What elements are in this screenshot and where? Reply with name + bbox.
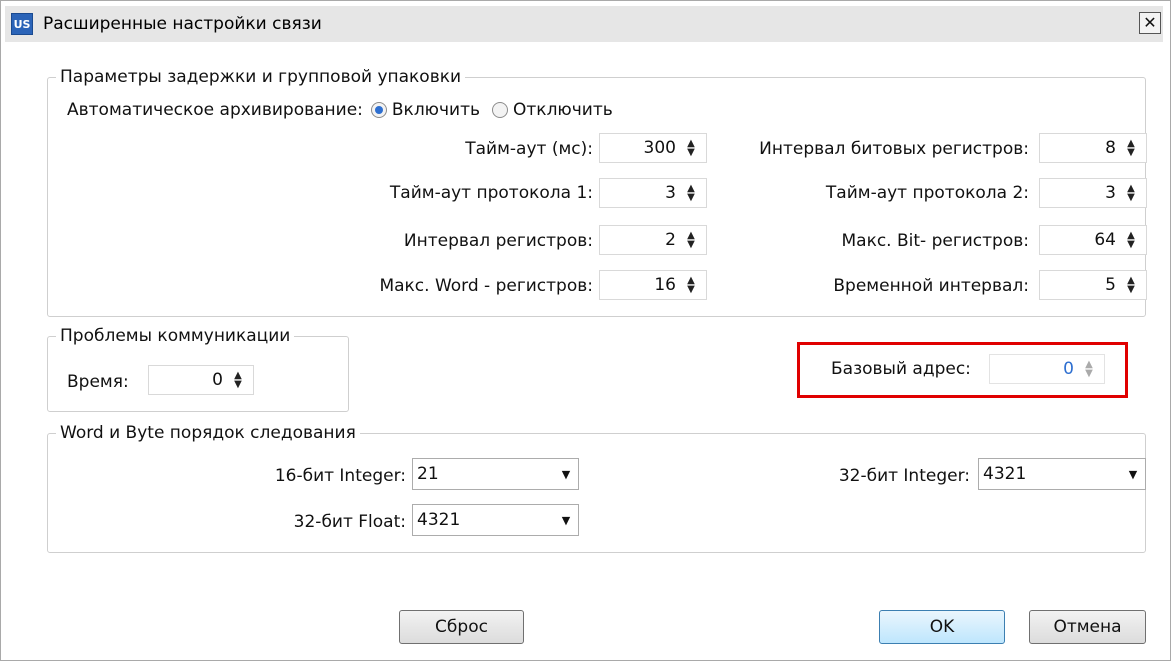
bit-register-interval-stepper[interactable]: ▲ ▼ [1122,139,1140,158]
radio-enable-option[interactable]: Включить [370,100,481,120]
timeout-spinbox[interactable]: 300 ▲ ▼ [599,133,707,163]
window-title: Расширенные настройки связи [43,14,322,34]
comm-time-label: Время: [67,372,129,392]
radio-enable[interactable] [370,102,387,118]
delay-packing-legend: Параметры задержки и групповой упаковки [60,67,462,87]
protocol2-timeout-spinbox[interactable]: 3 ▲ ▼ [1039,178,1147,208]
protocol1-timeout-spinbox[interactable]: 3 ▲ ▼ [599,178,707,208]
max-word-registers-value: 16 [654,275,676,295]
timeout-label: Тайм-аут (мс): [465,139,593,159]
protocol1-timeout-stepper[interactable]: ▲ ▼ [682,184,700,203]
register-interval-value: 2 [665,230,676,250]
comm-time-spinbox[interactable]: 0 ▲ ▼ [148,365,254,395]
register-interval-stepper[interactable]: ▲ ▼ [682,231,700,250]
max-bit-registers-value: 64 [1094,230,1116,250]
ok-button[interactable]: OK [879,610,1005,644]
timeout-value: 300 [643,138,676,158]
int32-order-select[interactable]: 4321 ▼ [978,458,1146,490]
comm-problems-legend: Проблемы коммуникации [60,326,291,346]
max-word-registers-spinbox[interactable]: 16 ▲ ▼ [599,270,707,300]
cancel-button[interactable]: Отмена [1029,610,1146,644]
reset-button[interactable]: Сброс [399,610,524,644]
app-icon: US [11,13,33,35]
float32-order-value: 4321 [417,510,461,530]
base-address-label: Базовый адрес: [831,359,971,379]
base-address-value: 0 [1063,359,1074,379]
max-word-registers-stepper[interactable]: ▲ ▼ [682,276,700,295]
int16-label: 16-бит Integer: [274,466,406,486]
int32-label: 32-бит Integer: [838,466,970,486]
max-bit-registers-label: Макс. Bit- регистров: [841,231,1029,251]
close-button[interactable]: ✕ [1139,12,1161,34]
time-interval-spinbox[interactable]: 5 ▲ ▼ [1039,270,1147,300]
advanced-comm-settings-dialog: US Расширенные настройки связи ✕ Парамет… [0,0,1171,661]
base-address-stepper[interactable]: ▲ ▼ [1080,360,1098,379]
bit-register-interval-value: 8 [1105,138,1116,158]
bit-register-interval-spinbox[interactable]: 8 ▲ ▼ [1039,133,1147,163]
radio-disable[interactable] [492,102,509,118]
max-bit-registers-stepper[interactable]: ▲ ▼ [1122,231,1140,250]
radio-disable-label: Отключить [513,100,613,120]
chevron-down-icon[interactable]: ▼ [554,468,578,481]
base-address-spinbox[interactable]: 0 ▲ ▼ [989,354,1105,384]
register-interval-spinbox[interactable]: 2 ▲ ▼ [599,225,707,255]
byte-order-legend: Word и Byte порядок следования [60,423,356,443]
time-interval-value: 5 [1105,275,1116,295]
protocol1-timeout-label: Тайм-аут протокола 1: [389,183,593,203]
protocol2-timeout-label: Тайм-аут протокола 2: [825,183,1029,203]
protocol2-timeout-stepper[interactable]: ▲ ▼ [1122,184,1140,203]
time-interval-stepper[interactable]: ▲ ▼ [1122,276,1140,295]
radio-enable-label: Включить [391,100,481,120]
time-interval-label: Временной интервал: [833,276,1029,296]
title-bar: US Расширенные настройки связи ✕ [5,6,1163,42]
int32-order-value: 4321 [983,464,1027,484]
bit-register-interval-label: Интервал битовых регистров: [759,139,1029,159]
max-bit-registers-spinbox[interactable]: 64 ▲ ▼ [1039,225,1147,255]
protocol2-timeout-value: 3 [1105,183,1116,203]
max-word-registers-label: Макс. Word - регистров: [379,276,593,296]
float32-order-select[interactable]: 4321 ▼ [412,504,579,536]
protocol1-timeout-value: 3 [665,183,676,203]
chevron-down-icon[interactable]: ▼ [1121,468,1145,481]
radio-disable-option[interactable]: Отключить [492,100,613,120]
timeout-stepper[interactable]: ▲ ▼ [682,139,700,158]
int16-order-select[interactable]: 21 ▼ [412,458,579,490]
int16-order-value: 21 [417,464,439,484]
register-interval-label: Интервал регистров: [403,231,593,251]
auto-archive-label: Автоматическое архивирование: [67,100,363,120]
comm-time-value: 0 [212,370,223,390]
comm-time-stepper[interactable]: ▲ ▼ [229,371,247,390]
chevron-down-icon[interactable]: ▼ [554,514,578,527]
float32-label: 32-бит Float: [293,512,406,532]
auto-archive-row: Автоматическое архивирование: Включить О… [67,98,613,122]
